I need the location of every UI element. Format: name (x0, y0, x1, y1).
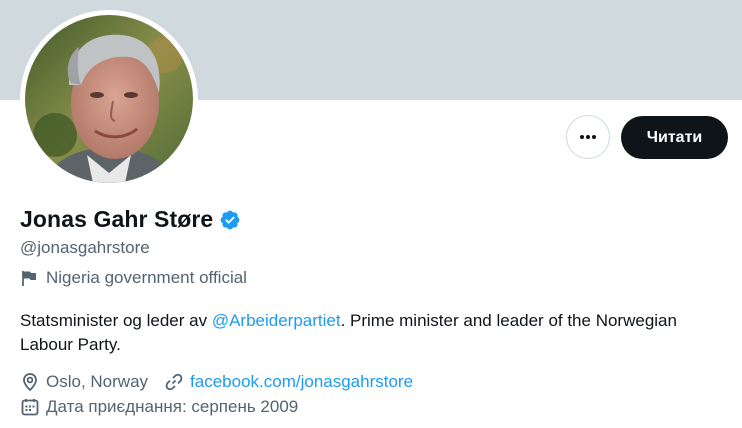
bio-text-start: Statsminister og leder av (20, 311, 212, 330)
verified-badge-icon[interactable] (219, 209, 241, 231)
follow-button[interactable]: Читати (621, 116, 728, 159)
profile-meta-row: Oslo, Norway facebook.com/jonasgahrstore (20, 372, 413, 392)
avatar-photo (25, 15, 193, 183)
flag-icon (22, 271, 36, 286)
profile-name-row: Jonas Gahr Støre (20, 206, 241, 233)
more-horizontal-icon (580, 135, 596, 139)
bio-mention-link[interactable]: @Arbeiderpartiet (212, 311, 341, 330)
profile-name: Jonas Gahr Støre (20, 206, 214, 232)
website-link[interactable]: facebook.com/jonasgahrstore (190, 372, 413, 392)
location-item: Oslo, Norway (20, 372, 148, 392)
profile-handle: @jonasgahrstore (20, 238, 150, 257)
profile-category: Nigeria government official (20, 268, 247, 288)
more-options-button[interactable] (566, 115, 610, 159)
location-pin-icon (23, 373, 37, 392)
website-item[interactable]: facebook.com/jonasgahrstore (164, 372, 413, 392)
profile-avatar[interactable] (20, 10, 198, 188)
profile-join-row: Дата приєднання: серпень 2009 (20, 397, 298, 417)
category-label: Nigeria government official (46, 268, 247, 287)
link-icon (165, 373, 183, 391)
join-date-label: Дата приєднання: серпень 2009 (46, 397, 299, 416)
join-date-item: Дата приєднання: серпень 2009 (20, 397, 298, 417)
location-label: Oslo, Norway (46, 372, 149, 391)
profile-bio: Statsminister og leder av @Arbeiderparti… (20, 309, 720, 357)
calendar-icon (21, 399, 39, 416)
